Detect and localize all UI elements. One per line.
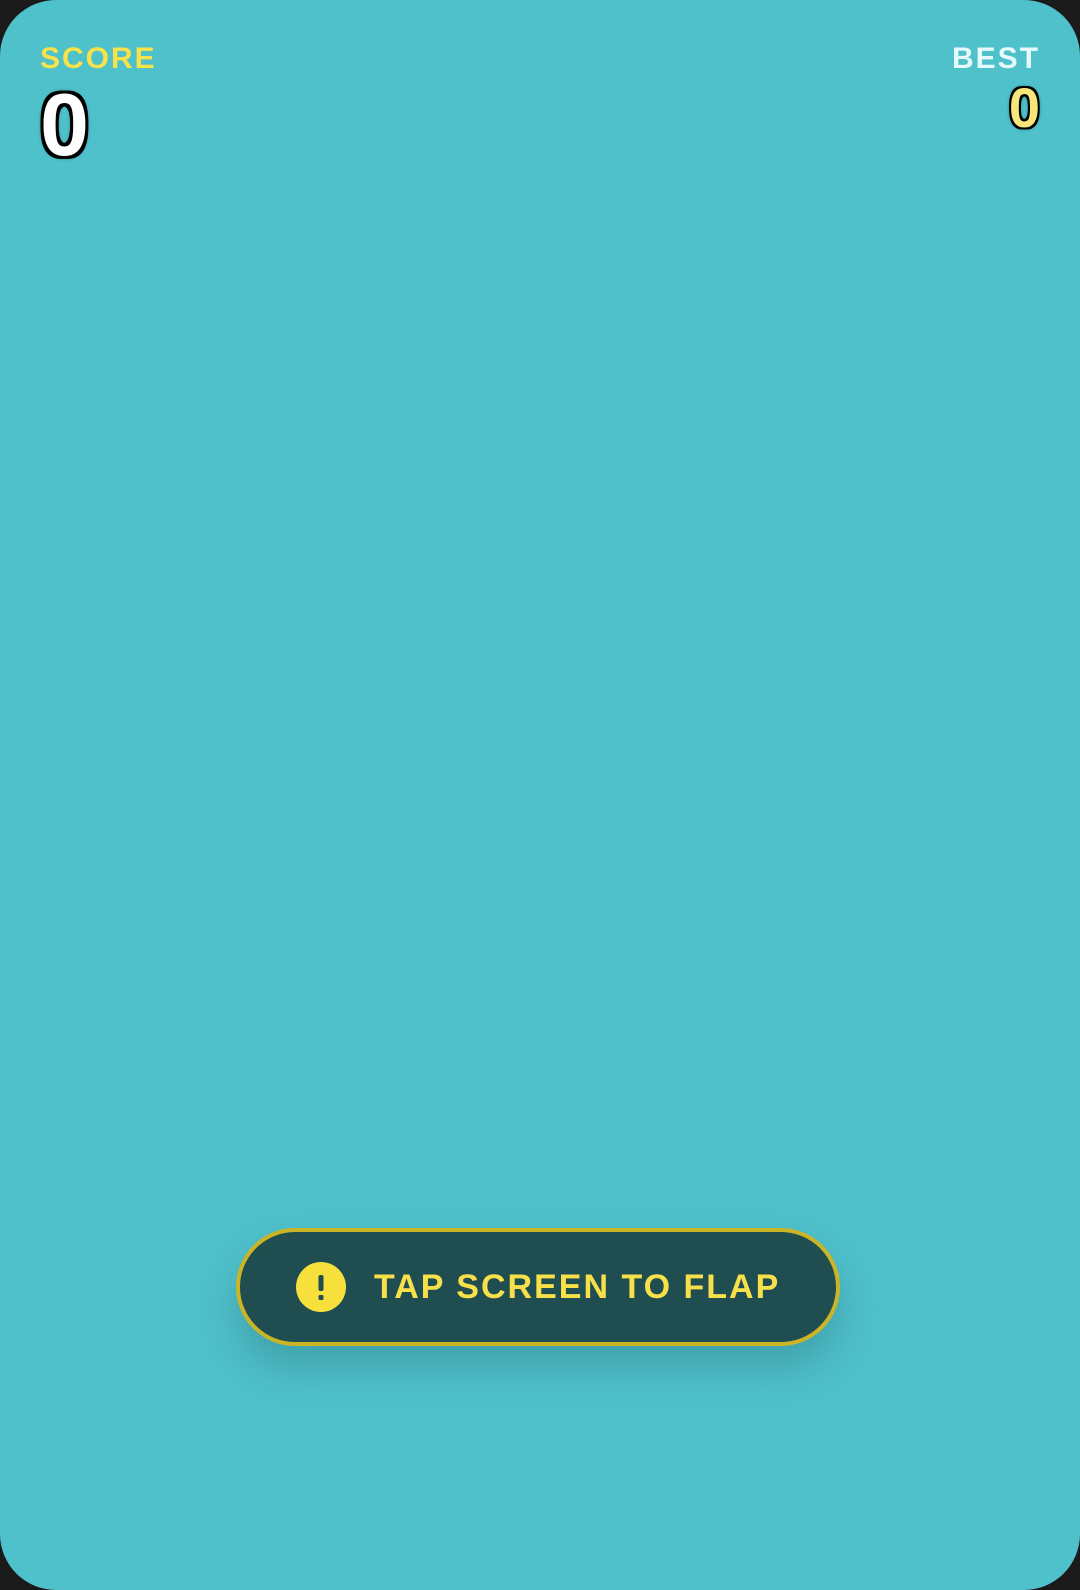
game-screen[interactable]: SCORE 0 BEST 0 TAP SCREEN TO FLAP	[0, 0, 1080, 1590]
score-label: SCORE	[40, 42, 157, 75]
hint-text: TAP SCREEN TO FLAP	[374, 1267, 781, 1306]
alert-icon	[296, 1262, 346, 1312]
score-display: SCORE 0	[38, 42, 157, 174]
best-label: BEST	[951, 42, 1040, 75]
tap-to-flap-hint: TAP SCREEN TO FLAP	[236, 1228, 840, 1346]
best-score-display: BEST 0	[951, 42, 1042, 139]
score-value: 0	[38, 75, 91, 174]
best-value: 0	[1007, 76, 1041, 139]
